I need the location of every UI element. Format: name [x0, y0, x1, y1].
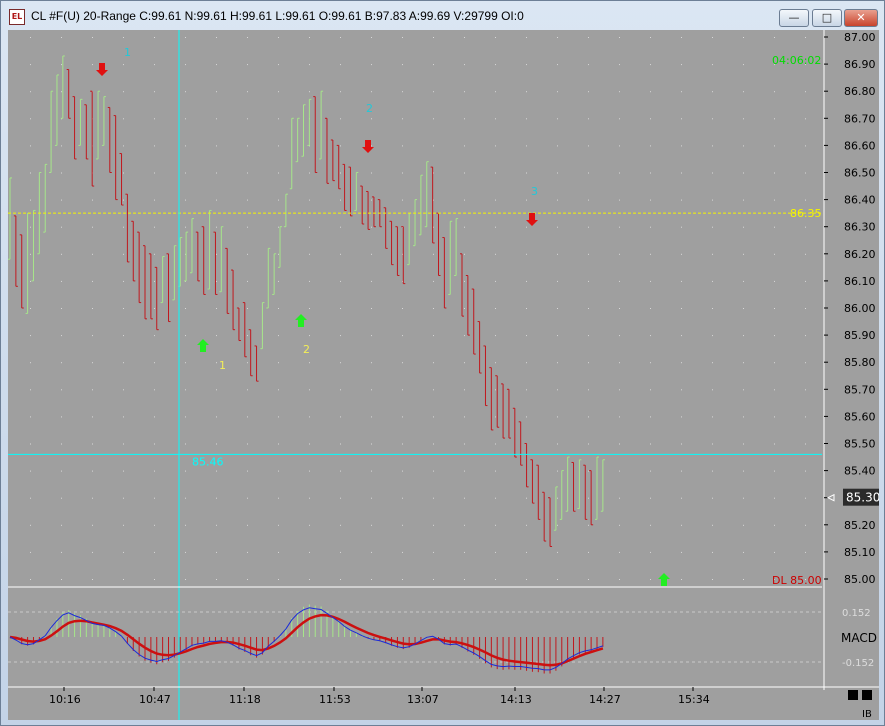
wave-count-label: 2 — [303, 343, 310, 356]
corner-square-icon[interactable] — [862, 690, 872, 700]
y-tick-label: 85.20 — [844, 519, 876, 532]
macd-level-label: 0.152 — [842, 608, 871, 619]
y-tick-label: 85.80 — [844, 356, 876, 369]
broker-label: IB — [862, 709, 872, 720]
wave-count-label: 1 — [124, 46, 131, 59]
maximize-icon: □ — [821, 11, 833, 24]
y-tick-label: 86.20 — [844, 248, 876, 261]
y-tick-label: 85.00 — [844, 573, 876, 586]
y-tick-label: 87.00 — [844, 31, 876, 44]
x-tick-label: 15:34 — [678, 693, 710, 706]
minimize-button[interactable]: — — [779, 9, 809, 27]
close-icon: ✕ — [856, 11, 866, 24]
wave-count-label: 3 — [531, 185, 538, 198]
last-price-label: 85.30 — [846, 491, 879, 505]
dl-label: DL 85.00 — [772, 574, 822, 587]
corner-square-icon[interactable] — [848, 690, 858, 700]
y-tick-label: 85.60 — [844, 410, 876, 423]
y-tick-label: 86.60 — [844, 139, 876, 152]
chart-window: EL CL #F(U) 20-Range C:99.61 N:99.61 H:9… — [0, 0, 885, 726]
y-tick-label: 86.30 — [844, 221, 876, 234]
x-tick-label: 10:16 — [49, 693, 81, 706]
wave-count-label: 2 — [366, 102, 373, 115]
maximize-button[interactable]: □ — [812, 9, 842, 27]
chart-app-icon[interactable]: EL — [9, 9, 25, 25]
y-tick-label: 86.10 — [844, 275, 876, 288]
y-tick-label: 85.50 — [844, 438, 876, 451]
clock-label: 04:06:02 — [772, 54, 821, 67]
y-tick-label: 86.00 — [844, 302, 876, 315]
chart-background — [8, 30, 879, 720]
x-tick-label: 11:18 — [229, 693, 261, 706]
y-tick-label: 85.10 — [844, 546, 876, 559]
y-tick-label: 86.80 — [844, 85, 876, 98]
x-tick-label: 11:53 — [319, 693, 351, 706]
crosshair-price-label: 85.46 — [192, 455, 224, 468]
level-line-label: 86.35 — [790, 207, 822, 220]
y-tick-label: 86.50 — [844, 167, 876, 180]
x-tick-label: 14:13 — [500, 693, 532, 706]
y-tick-label: 85.90 — [844, 329, 876, 342]
minimize-icon: — — [788, 11, 800, 24]
y-tick-label: 86.40 — [844, 194, 876, 207]
price-chart-svg[interactable]: 87.00 86.90 86.80 86.70 86.60 86.50 86.40 86.30… — [8, 30, 879, 720]
chart-area[interactable]: 87.00 86.90 86.80 86.70 86.60 86.50 86.40 86.30… — [8, 30, 879, 720]
wave-count-label: 1 — [219, 359, 226, 372]
macd-label: MACD — [841, 631, 877, 645]
y-tick-label: 85.40 — [844, 465, 876, 478]
y-tick-label: 86.90 — [844, 58, 876, 71]
y-tick-label: 86.70 — [844, 112, 876, 125]
macd-level-label: -0.152 — [842, 658, 874, 669]
x-tick-label: 13:07 — [407, 693, 439, 706]
close-button[interactable]: ✕ — [844, 9, 878, 27]
window-title: CL #F(U) 20-Range C:99.61 N:99.61 H:99.6… — [31, 9, 524, 23]
x-tick-label: 10:47 — [139, 693, 171, 706]
y-tick-label: 85.70 — [844, 383, 876, 396]
x-tick-label: 14:27 — [589, 693, 621, 706]
title-bar[interactable]: EL CL #F(U) 20-Range C:99.61 N:99.61 H:9… — [1, 1, 884, 31]
